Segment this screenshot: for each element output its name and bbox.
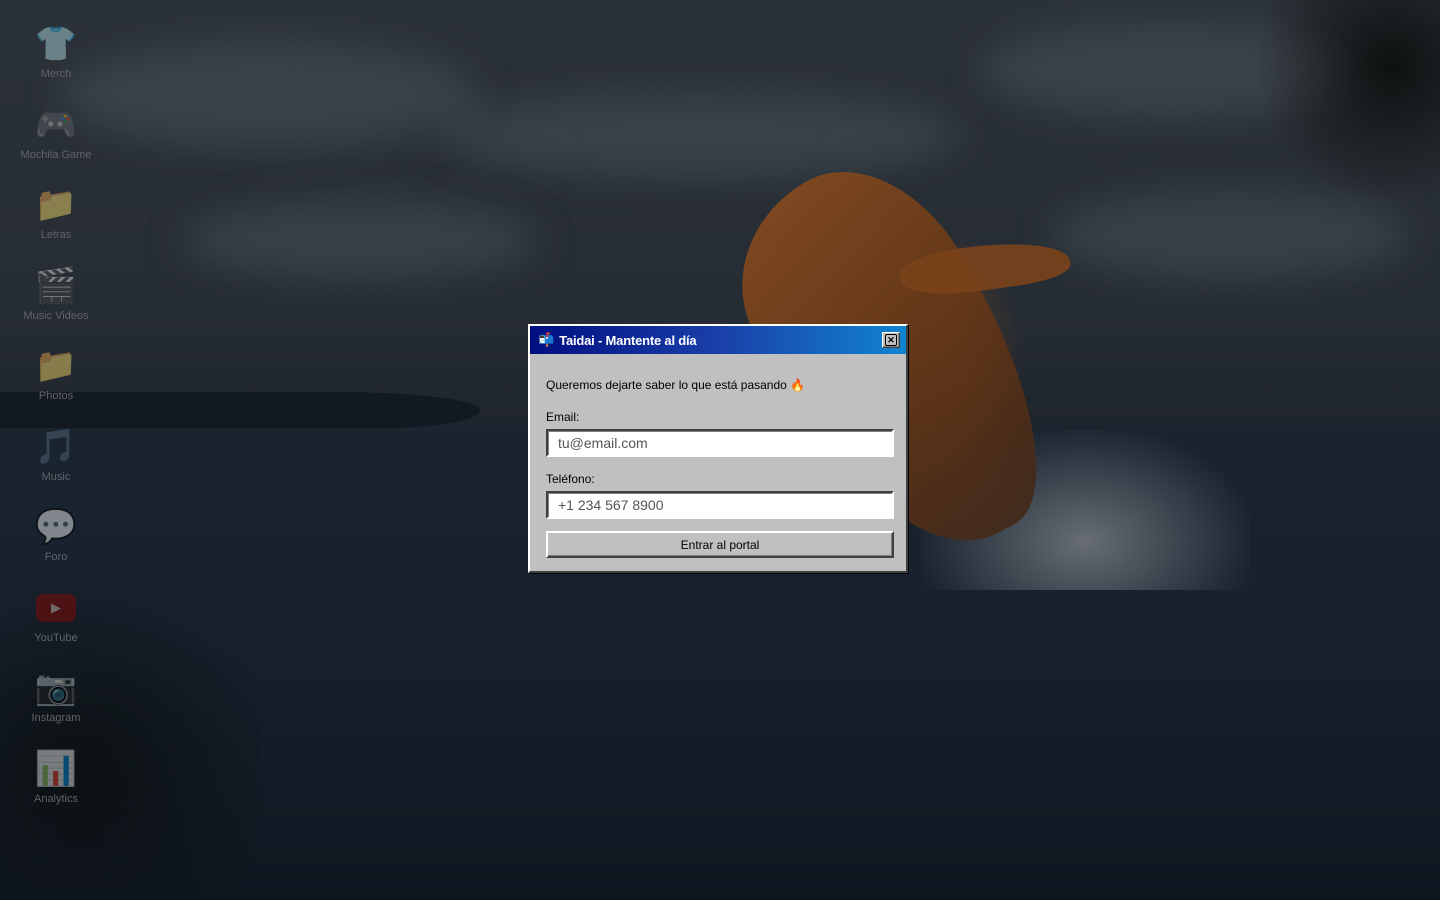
desktop-icon-label: Mochila Game [20,148,92,161]
desktop: 👕 Merch 🎮 Mochila Game 📁 Letras 🎬 Music … [0,0,1440,900]
desktop-icon-label: Music Videos [23,309,89,322]
gamepad-icon: 🎮 [34,105,78,144]
mailbox-icon: 📬 [538,332,555,347]
youtube-icon: ▶ [36,593,76,622]
desktop-icon-music-videos[interactable]: 🎬 Music Videos [16,264,96,345]
desktop-icon-music[interactable]: 🎵 Music [16,425,96,506]
desktop-icon-letras[interactable]: 📁 Letras [16,183,96,264]
desktop-icon-label: Letras [40,229,72,241]
desktop-icon-label: Photos [38,390,74,402]
desktop-icon-label: Instagram [31,712,81,724]
folder-icon: 📁 [34,186,78,224]
folder-icon: 📁 [34,347,78,385]
desktop-icon-foro[interactable]: 💬 Foro [16,505,96,586]
desktop-icon-label: Analytics [33,792,79,805]
email-label: Email: [546,410,580,424]
desktop-icon-analytics[interactable]: 📊 Analytics [16,747,96,828]
subscribe-dialog: 📬 Taidai - Mantente al día ✕ Queremos de… [528,324,908,573]
dialog-titlebar[interactable]: 📬 Taidai - Mantente al día ✕ [530,326,906,354]
close-button[interactable]: ✕ [882,332,900,348]
desktop-icon-photos[interactable]: 📁 Photos [16,344,96,425]
background-cloud [440,90,960,180]
clapperboard-icon: 🎬 [34,266,78,305]
desktop-icon-label: Foro [44,551,68,563]
music-note-icon: 🎵 [34,427,78,466]
tshirt-icon: 👕 [34,25,78,63]
desktop-icon-instagram[interactable]: 📷 Instagram [16,666,96,747]
email-field[interactable] [546,429,894,457]
enter-portal-button[interactable]: Entrar al portal [546,531,894,558]
background-cloud [180,200,540,280]
phone-label: Teléfono: [546,472,595,486]
desktop-icon-mochila-game[interactable]: 🎮 Mochila Game [16,103,96,184]
dialog-intro-text: Queremos dejarte saber lo que está pasan… [546,378,806,392]
desktop-icon-youtube[interactable]: ▶ YouTube [16,586,96,667]
speech-bubble-icon: 💬 [34,508,78,546]
phone-field[interactable] [546,491,894,519]
background-cloud [60,40,480,150]
camera-icon: 📷 [34,669,78,707]
desktop-icon-label: Music [41,470,71,483]
dialog-body: Queremos dejarte saber lo que está pasan… [530,354,906,558]
desktop-icon-column: 👕 Merch 🎮 Mochila Game 📁 Letras 🎬 Music … [16,22,96,827]
desktop-icon-merch[interactable]: 👕 Merch [16,22,96,103]
bar-chart-icon: 📊 [34,749,78,788]
desktop-icon-label: YouTube [34,631,78,644]
close-icon: ✕ [885,334,897,346]
background-tree [1260,0,1440,210]
desktop-icon-label: Merch [40,68,72,80]
dialog-title: Taidai - Mantente al día [559,332,697,348]
